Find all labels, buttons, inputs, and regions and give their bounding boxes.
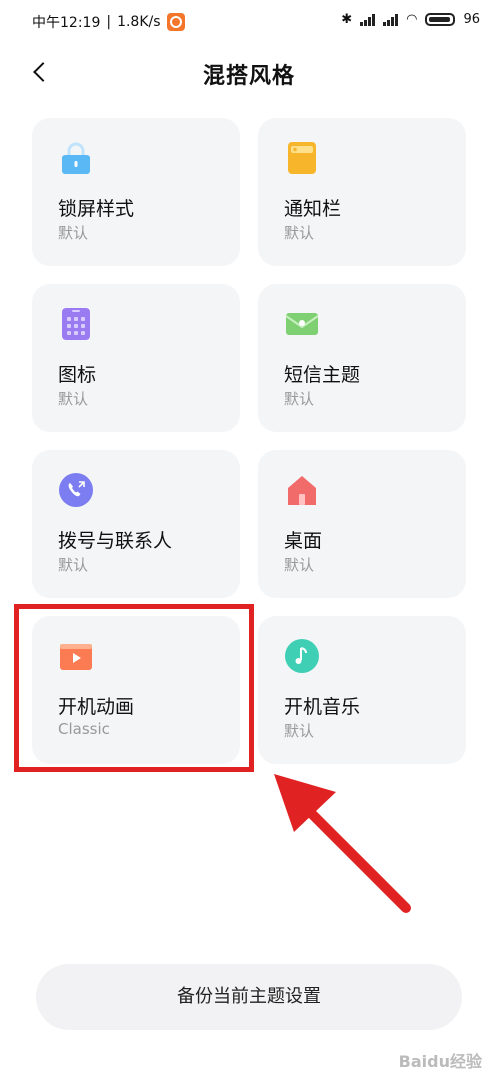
- status-time: 中午12:19: [32, 15, 101, 31]
- card-desktop[interactable]: 桌面 默认: [258, 450, 466, 598]
- status-left: 中午12:19 | 1.8K/s: [32, 12, 185, 32]
- card-sub: 默认: [284, 556, 315, 574]
- watermark: Baidu经验: [398, 1052, 482, 1071]
- phone-icon: [59, 473, 93, 507]
- card-label: 开机音乐: [284, 696, 361, 718]
- card-label: 图标: [58, 364, 97, 386]
- card-sub: 默认: [58, 556, 89, 574]
- home-icon: [288, 476, 316, 505]
- card-sub: 默认: [58, 390, 89, 408]
- status-right: ✱ ◠ 96: [341, 12, 480, 27]
- card-sub: 默认: [284, 390, 315, 408]
- card-sub: 默认: [284, 722, 315, 740]
- signal-icon: [360, 13, 376, 26]
- card-lockscreen[interactable]: 锁屏样式 默认: [32, 118, 240, 266]
- annotation-arrow-icon: [274, 774, 411, 913]
- card-label: 桌面: [284, 530, 323, 552]
- card-label: 拨号与联系人: [58, 530, 173, 552]
- battery-level: 96: [463, 12, 480, 27]
- status-bar: 中午12:19 | 1.8K/s ✱ ◠ 96: [0, 0, 498, 44]
- card-sub: 默认: [284, 224, 315, 242]
- notification-icon: [288, 142, 316, 174]
- music-icon: [285, 639, 319, 673]
- battery-icon: [425, 13, 456, 26]
- message-icon: [285, 313, 319, 335]
- network-speed: 1.8K/s: [117, 14, 161, 30]
- page-title: 混搭风格: [202, 64, 295, 89]
- card-boot-music[interactable]: 开机音乐 默认: [258, 616, 466, 764]
- app-notification-icon: [166, 13, 185, 31]
- backup-theme-button[interactable]: 备份当前主题设置: [36, 964, 462, 1030]
- grid-icon: [62, 308, 90, 340]
- header: 混搭风格: [0, 52, 498, 92]
- bluetooth-icon: ✱: [341, 12, 353, 27]
- card-icons[interactable]: 图标 默认: [32, 284, 240, 432]
- card-dialer-contacts[interactable]: 拨号与联系人 默认: [32, 450, 240, 598]
- signal-hd-icon: [383, 13, 399, 26]
- wifi-icon: ◠: [406, 12, 418, 27]
- card-label: 锁屏样式: [58, 198, 135, 220]
- lock-icon: [62, 142, 90, 174]
- card-label: 通知栏: [284, 198, 342, 220]
- card-label: 短信主题: [284, 364, 361, 386]
- card-notification[interactable]: 通知栏 默认: [258, 118, 466, 266]
- highlight-box: [14, 604, 254, 772]
- card-sms-theme[interactable]: 短信主题 默认: [258, 284, 466, 432]
- card-sub: 默认: [58, 224, 89, 242]
